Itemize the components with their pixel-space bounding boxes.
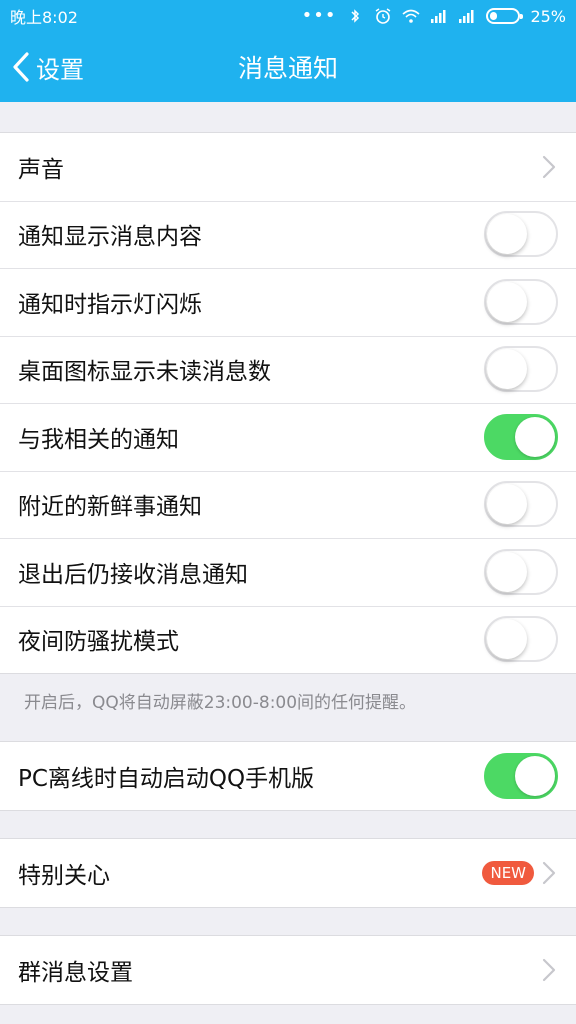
unread-badge-toggle[interactable] — [484, 346, 558, 393]
group-message-group: 群消息设置 — [0, 935, 576, 1005]
row-label: 通知时指示灯闪烁 — [18, 291, 202, 318]
status-icons: ••• 25% — [302, 7, 566, 26]
row-label: 群消息设置 — [18, 959, 133, 986]
pc-offline-group: PC离线时自动启动QQ手机版 — [0, 741, 576, 811]
night-mode-row: 夜间防骚扰模式 — [0, 605, 576, 674]
led-blink-row: 通知时指示灯闪烁 — [0, 268, 576, 336]
pc-offline-toggle[interactable] — [484, 752, 558, 799]
unread-badge-row: 桌面图标显示未读消息数 — [0, 335, 576, 404]
related-notify-row: 与我相关的通知 — [0, 403, 576, 471]
special-care-row[interactable]: 特别关心 NEW — [0, 839, 576, 907]
battery-percent: 25% — [530, 6, 566, 26]
related-notify-toggle[interactable] — [484, 413, 558, 460]
new-badge: NEW — [482, 860, 534, 885]
row-label: 声音 — [18, 156, 64, 183]
pc-offline-row: PC离线时自动启动QQ手机版 — [0, 742, 576, 810]
row-label: 桌面图标显示未读消息数 — [18, 359, 271, 386]
alarm-icon — [376, 8, 391, 24]
group-message-settings-row[interactable]: 群消息设置 — [0, 936, 576, 1004]
special-care-group: 特别关心 NEW — [0, 838, 576, 908]
status-bar: 晚上8:02 ••• 25% — [0, 0, 576, 32]
nearby-news-row: 附近的新鲜事通知 — [0, 470, 576, 539]
show-content-row: 通知显示消息内容 — [0, 200, 576, 269]
chevron-left-icon — [13, 52, 29, 82]
row-label: 通知显示消息内容 — [18, 224, 202, 251]
night-mode-toggle[interactable] — [484, 616, 558, 663]
nearby-news-toggle[interactable] — [484, 481, 558, 528]
row-label: PC离线时自动启动QQ手机版 — [18, 765, 315, 792]
sound-row[interactable]: 声音 — [0, 133, 576, 201]
row-label: 退出后仍接收消息通知 — [18, 561, 248, 588]
back-label: 设置 — [36, 55, 84, 84]
row-label: 特别关心 — [18, 862, 110, 889]
chevron-right-icon — [542, 958, 556, 981]
show-content-toggle[interactable] — [484, 211, 558, 258]
chevron-right-icon — [542, 155, 556, 178]
receive-after-logout-toggle[interactable] — [484, 548, 558, 595]
nav-bar: 设置 消息通知 — [0, 32, 576, 102]
battery-icon — [486, 8, 524, 24]
status-dots: ••• — [301, 5, 337, 26]
led-blink-toggle[interactable] — [484, 278, 558, 325]
signal-icon-2 — [459, 10, 474, 23]
row-label: 夜间防骚扰模式 — [18, 629, 179, 656]
row-label: 与我相关的通知 — [18, 426, 179, 453]
back-button[interactable]: 设置 — [12, 32, 84, 102]
chevron-right-icon — [542, 861, 556, 884]
night-mode-hint: 开启后，QQ将自动屏蔽23:00-8:00间的任何提醒。 — [24, 693, 417, 713]
notification-settings-group: 声音 通知显示消息内容 通知时指示灯闪烁 桌面图标显示未读消息数 与我相关的通知… — [0, 132, 576, 674]
wifi-icon — [402, 9, 420, 23]
status-time: 晚上8:02 — [10, 8, 78, 27]
row-label: 附近的新鲜事通知 — [18, 494, 202, 521]
bluetooth-icon — [351, 9, 360, 23]
receive-after-logout-row: 退出后仍接收消息通知 — [0, 538, 576, 606]
page-title: 消息通知 — [237, 54, 338, 83]
signal-icon — [431, 10, 446, 23]
